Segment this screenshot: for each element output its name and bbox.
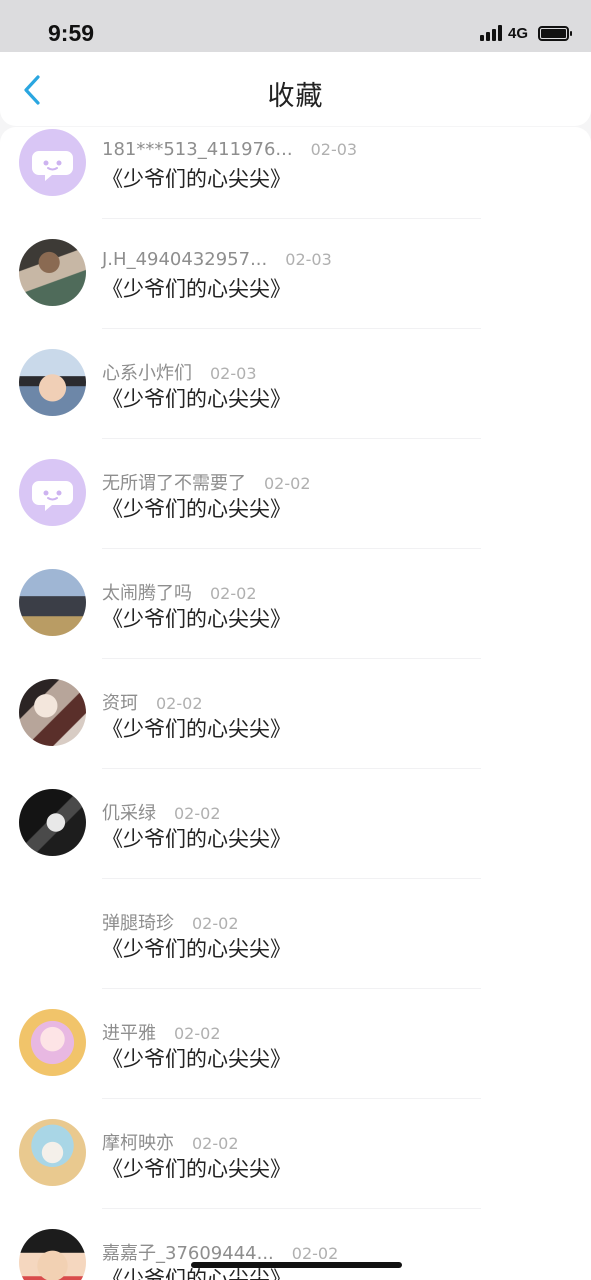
list-item[interactable]: J.H_4940432957... 02-03 《少爷们的心尖尖》 bbox=[0, 237, 591, 347]
item-meta: 无所谓了不需要了 02-02 bbox=[102, 469, 311, 495]
item-title: 《少爷们的心尖尖》 bbox=[102, 827, 291, 851]
item-title: 《少爷们的心尖尖》 bbox=[102, 937, 291, 961]
list-item[interactable]: 仉采绿 02-02 《少爷们的心尖尖》 bbox=[0, 787, 591, 897]
item-username: J.H_4940432957... bbox=[102, 249, 268, 270]
item-meta: 弹腿琦珍 02-02 bbox=[102, 909, 239, 935]
network-type: 4G bbox=[507, 24, 528, 42]
list-item[interactable]: 无所谓了不需要了 02-02 《少爷们的心尖尖》 bbox=[0, 457, 591, 567]
item-date: 02-02 bbox=[192, 1134, 239, 1153]
divider bbox=[102, 328, 481, 329]
divider bbox=[102, 218, 481, 219]
divider bbox=[102, 768, 481, 769]
item-title: 《少爷们的心尖尖》 bbox=[102, 717, 291, 741]
divider bbox=[102, 438, 481, 439]
avatar[interactable] bbox=[19, 239, 86, 306]
divider bbox=[102, 988, 481, 989]
item-username: 资珂 bbox=[102, 693, 138, 714]
item-date: 02-02 bbox=[210, 584, 257, 603]
chat-bubble-icon bbox=[32, 151, 73, 181]
item-meta: 摩柯映亦 02-02 bbox=[102, 1129, 239, 1155]
favorites-list: 181***513_411976... 02-03 《少爷们的心尖尖》 J.H_494… bbox=[0, 127, 591, 1280]
avatar[interactable] bbox=[19, 1119, 86, 1186]
list-item[interactable]: 弹腿琦珍 02-02 《少爷们的心尖尖》 bbox=[0, 897, 591, 1007]
item-username: 心系小炸们 bbox=[102, 363, 192, 384]
list-item[interactable]: 资珂 02-02 《少爷们的心尖尖》 bbox=[0, 677, 591, 787]
item-title: 《少爷们的心尖尖》 bbox=[102, 167, 291, 191]
home-indicator bbox=[191, 1262, 402, 1268]
divider bbox=[102, 1208, 481, 1209]
item-title: 《少爷们的心尖尖》 bbox=[102, 1047, 291, 1071]
item-title: 《少爷们的心尖尖》 bbox=[102, 387, 291, 411]
divider bbox=[102, 548, 481, 549]
item-username: 弹腿琦珍 bbox=[102, 913, 174, 934]
battery-icon bbox=[538, 25, 572, 41]
item-meta: J.H_4940432957... 02-03 bbox=[102, 249, 332, 270]
list-item[interactable]: 太闹腾了吗 02-02 《少爷们的心尖尖》 bbox=[0, 567, 591, 677]
item-username: 太闹腾了吗 bbox=[102, 583, 192, 604]
chat-bubble-icon bbox=[32, 481, 73, 511]
avatar[interactable] bbox=[19, 1229, 86, 1280]
item-title: 《少爷们的心尖尖》 bbox=[102, 497, 291, 521]
page-title: 收藏 bbox=[267, 81, 324, 112]
item-title: 《少爷们的心尖尖》 bbox=[102, 607, 291, 631]
item-username: 仉采绿 bbox=[102, 803, 156, 824]
signal-icon bbox=[479, 25, 502, 41]
item-meta: 心系小炸们 02-03 bbox=[102, 359, 257, 385]
divider bbox=[102, 878, 481, 879]
item-username: 进平雅 bbox=[102, 1023, 156, 1044]
item-meta: 仉采绿 02-02 bbox=[102, 799, 221, 825]
nav-bar: 收藏 bbox=[0, 52, 591, 126]
avatar[interactable] bbox=[19, 789, 86, 856]
item-meta: 太闹腾了吗 02-02 bbox=[102, 579, 257, 605]
item-title: 《少爷们的心尖尖》 bbox=[102, 277, 291, 301]
item-date: 02-02 bbox=[264, 474, 311, 493]
list-item[interactable]: 嘉嘉子_37609444... 02-02 《少爷们的心尖尖》 bbox=[0, 1227, 591, 1280]
item-username: 无所谓了不需要了 bbox=[102, 473, 246, 494]
list-item[interactable]: 进平雅 02-02 《少爷们的心尖尖》 bbox=[0, 1007, 591, 1117]
list-item[interactable]: 心系小炸们 02-03 《少爷们的心尖尖》 bbox=[0, 347, 591, 457]
avatar[interactable] bbox=[19, 1009, 86, 1076]
item-meta: 181***513_411976... 02-03 bbox=[102, 139, 357, 160]
avatar[interactable] bbox=[19, 569, 86, 636]
list-item[interactable]: 摩柯映亦 02-02 《少爷们的心尖尖》 bbox=[0, 1117, 591, 1227]
item-date: 02-02 bbox=[174, 804, 221, 823]
item-date: 02-02 bbox=[174, 1024, 221, 1043]
item-username: 摩柯映亦 bbox=[102, 1133, 174, 1154]
item-title: 《少爷们的心尖尖》 bbox=[102, 1157, 291, 1181]
item-date: 02-03 bbox=[310, 140, 358, 159]
avatar[interactable] bbox=[19, 129, 86, 196]
avatar[interactable] bbox=[19, 459, 86, 526]
item-date: 02-02 bbox=[156, 694, 203, 713]
avatar[interactable] bbox=[19, 679, 86, 746]
status-indicators: 4G bbox=[479, 23, 572, 43]
item-date: 02-02 bbox=[192, 914, 239, 933]
status-bar: 9:59 4G bbox=[0, 0, 591, 52]
item-date: 02-03 bbox=[285, 250, 332, 269]
status-time: 9:59 bbox=[48, 20, 95, 46]
item-meta: 资珂 02-02 bbox=[102, 689, 203, 715]
avatar[interactable] bbox=[19, 349, 86, 416]
list-item[interactable]: 181***513_411976... 02-03 《少爷们的心尖尖》 bbox=[0, 127, 591, 237]
item-meta: 进平雅 02-02 bbox=[102, 1019, 221, 1045]
divider bbox=[102, 658, 481, 659]
item-date: 02-02 bbox=[291, 1244, 339, 1263]
item-date: 02-03 bbox=[210, 364, 257, 383]
divider bbox=[102, 1098, 481, 1099]
item-username: 181***513_411976... bbox=[102, 139, 293, 160]
